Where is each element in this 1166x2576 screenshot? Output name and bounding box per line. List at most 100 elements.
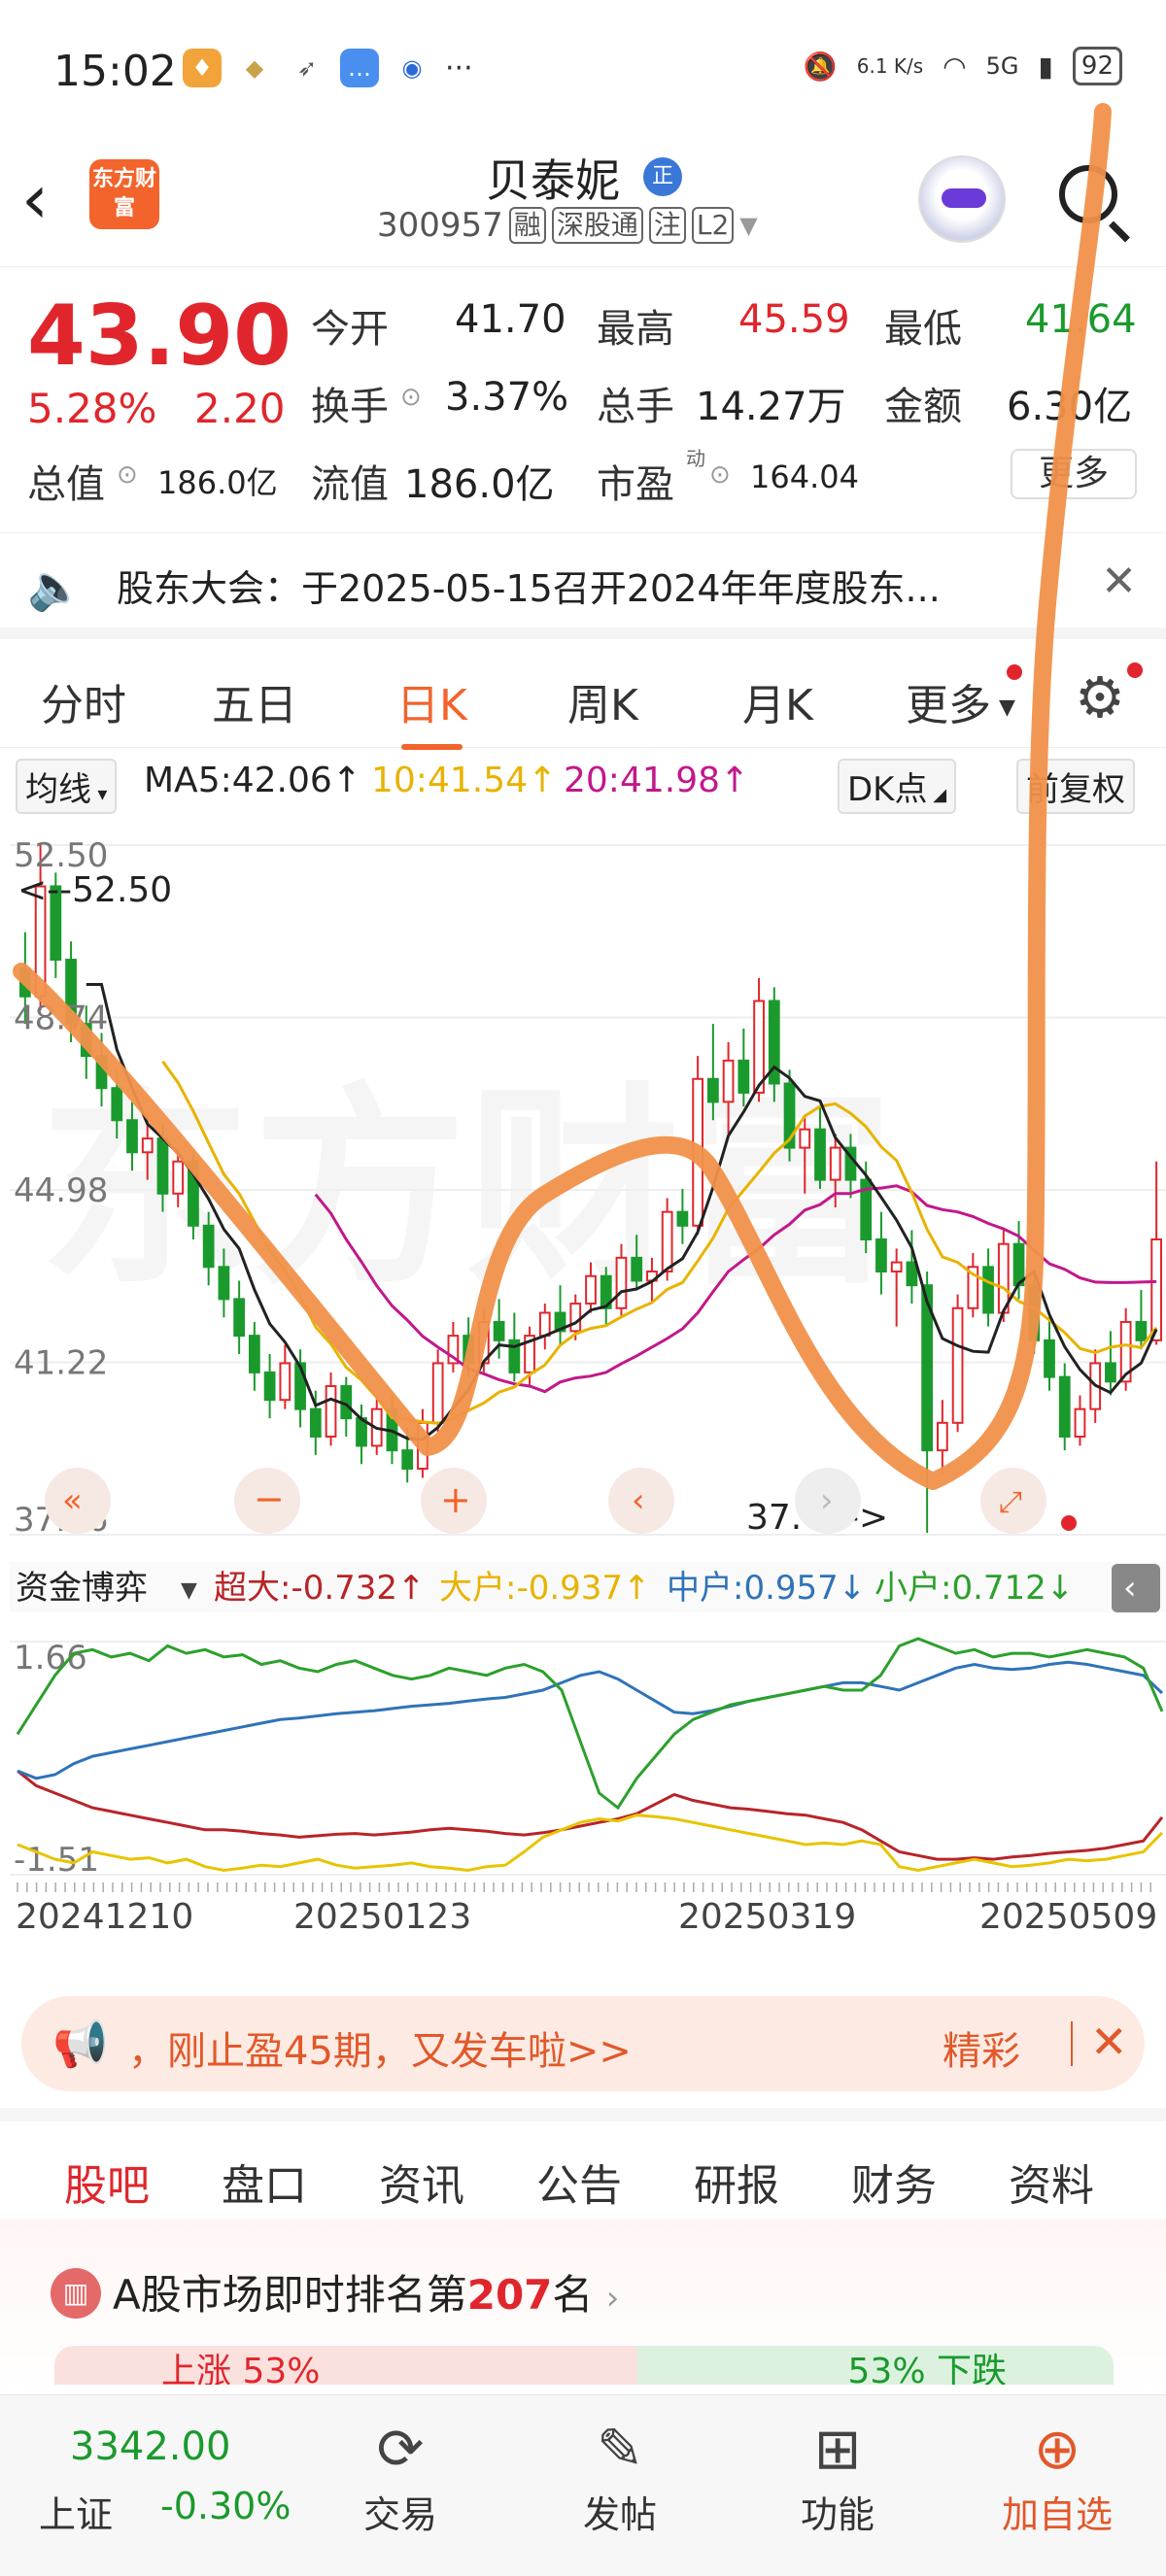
series-label-super: 超大:-0.732↑ [214, 1569, 426, 1608]
notification-icons: ♦ ◆ ➶ … ◉ ··· [183, 49, 473, 87]
candle [615, 1256, 628, 1309]
tab-research[interactable]: 研报 [694, 2151, 779, 2213]
nav-trade[interactable]: ⟳ 交易 [332, 2413, 468, 2538]
tab-financials[interactable]: 财务 [851, 2151, 937, 2213]
nav-add-label: 加自选 [1001, 2493, 1113, 2536]
open-value: 41.70 [455, 297, 566, 342]
candle [279, 1362, 292, 1402]
index-name[interactable]: 上证 [39, 2485, 113, 2538]
tab-more[interactable]: 更多 [906, 670, 991, 732]
index-value[interactable]: 3342.00 [70, 2424, 230, 2469]
grid-icon: ⊞ [813, 2416, 862, 2482]
gear-icon[interactable]: ⚙ [1075, 664, 1125, 730]
rank-text: A股市场即时排名第207名 › [113, 2262, 619, 2322]
tab-five-day[interactable]: 五日 [212, 670, 297, 732]
mktcap-value: 186.0亿 [157, 464, 278, 501]
minus-icon: − [254, 1477, 285, 1520]
tab-forum[interactable]: 股吧 [64, 2151, 150, 2232]
info-icon[interactable]: ⊙ [117, 460, 138, 490]
tab-weekly-k[interactable]: 周K [567, 670, 638, 732]
more-notifications-icon: ··· [445, 51, 473, 85]
volume-value: 14.27万 [696, 385, 846, 429]
candle [172, 1160, 185, 1195]
promo-banner[interactable]: 📢 ，刚止盈45期，又发车啦>> 精彩 ✕ [21, 1996, 1145, 2091]
dk-point-button[interactable]: DK点 ◢ [838, 759, 957, 814]
fund-series-超大 [17, 1770, 1164, 1861]
app-logo[interactable]: 东方财富 [89, 159, 159, 229]
tab-announcements[interactable]: 公告 [536, 2151, 622, 2213]
candle [1058, 1375, 1071, 1438]
ai-assistant-avatar[interactable] [918, 155, 1006, 243]
info-icon[interactable]: ⊙ [400, 383, 422, 412]
triangle-down-icon: ▼ [181, 1578, 197, 1603]
system-status: 🔕 6.1 K/s ◠ 5G ▮ 92 [804, 47, 1122, 85]
fund-series-中户 [17, 1660, 1164, 1780]
adjust-button[interactable]: 前复权 [1016, 759, 1135, 814]
candle [218, 1266, 230, 1301]
fund-panel-title[interactable]: 资金博弈 [16, 1569, 148, 1608]
promo-link[interactable]: 精彩 [943, 2019, 1020, 2076]
x-tick: 20250123 [293, 1897, 472, 1937]
candle [737, 1059, 750, 1094]
rank-suffix: 名 [552, 2271, 594, 2319]
nav-trade-label: 交易 [362, 2493, 437, 2536]
tab-daily-k[interactable]: 日K [396, 670, 467, 750]
ma5-value: MA5:42.06↑ [144, 761, 361, 800]
nav-functions[interactable]: ⊞ 功能 [770, 2413, 906, 2538]
tab-news[interactable]: 资讯 [379, 2151, 464, 2213]
y-tick-label: 52.50 [14, 836, 108, 875]
ma-selector[interactable]: 均线 ▾ [16, 759, 118, 814]
double-left-icon: « [62, 1481, 83, 1520]
announcement-bar[interactable]: 🔈 股东大会：于2025-05-15召开2024年年度股东... ✕ [0, 532, 1166, 639]
info-icon[interactable]: ⊙ [709, 460, 731, 490]
stock-code-row[interactable]: 300957 融 深股通 注 L2 ▼ [377, 206, 758, 245]
back-button[interactable]: ‹ [21, 165, 49, 233]
close-icon[interactable]: ✕ [1101, 557, 1137, 606]
kline-chart[interactable]: 东方财富 52.5048.7444.9841.2237.46<--52.5037… [10, 816, 1166, 1894]
more-quote-button[interactable]: 更多 [1011, 449, 1137, 499]
add-circle-icon: ⊕ [1033, 2416, 1081, 2482]
quote-panel: 43.90 5.28% 2.20 今开 41.70 最高 45.59 最低 41… [0, 268, 1166, 530]
market-rank-card[interactable]: ▥ A股市场即时排名第207名 › 上涨 53% 53% 下跌 [0, 2220, 1166, 2394]
high-value: 45.59 [738, 297, 850, 342]
x-tick: 20250319 [678, 1897, 857, 1937]
announcement-text[interactable]: 股东大会：于2025-05-15召开2024年年度股东... [117, 559, 941, 612]
candle [585, 1274, 597, 1305]
candle [814, 1128, 826, 1181]
series-label-large: 大户:-0.937↑ [439, 1569, 651, 1608]
low-label: 最低 [884, 307, 962, 352]
candle [202, 1224, 215, 1269]
tab-order-book[interactable]: 盘口 [222, 2151, 307, 2213]
battery-indicator: 92 [1072, 47, 1122, 85]
candle [661, 1210, 673, 1273]
index-change[interactable]: -0.30% [160, 2485, 291, 2527]
stock-name: 贝泰妮 [486, 154, 620, 207]
candle [722, 1059, 735, 1103]
open-label: 今开 [311, 307, 389, 352]
x-axis: 20241210 20250123 20250319 20250509 [0, 1889, 1166, 1948]
search-icon[interactable] [1059, 165, 1117, 223]
nav-post[interactable]: ✎ 发帖 [552, 2413, 688, 2538]
triangle-down-icon: ▼ [999, 695, 1015, 720]
pe-value: 164.04 [750, 458, 859, 495]
float-label: 流值 [311, 462, 389, 507]
nav-add-watchlist[interactable]: ⊕ 加自选 [989, 2413, 1125, 2538]
candle [111, 1087, 123, 1122]
speaker-icon: 🔈 [27, 560, 84, 613]
close-icon[interactable]: ✕ [1090, 2016, 1128, 2068]
new-dot [1007, 664, 1022, 680]
fund-series-小户 [16, 1637, 1164, 1811]
candle [982, 1266, 994, 1314]
fall-ratio: 53% 下跌 [636, 2346, 1114, 2385]
rise-fall-bar: 上涨 53% 53% 下跌 [54, 2346, 1114, 2385]
candle [706, 1077, 719, 1103]
candle [18, 967, 31, 998]
promo-text[interactable]: ，刚止盈45期，又发车啦>> [128, 2019, 632, 2076]
candle [493, 1320, 505, 1341]
candle [309, 1407, 322, 1438]
tab-profile[interactable]: 资料 [1009, 2151, 1094, 2213]
candle [263, 1371, 276, 1402]
tab-intraday[interactable]: 分时 [41, 670, 126, 732]
tab-monthly-k[interactable]: 月K [742, 670, 813, 732]
signal-dot [1061, 1515, 1077, 1531]
